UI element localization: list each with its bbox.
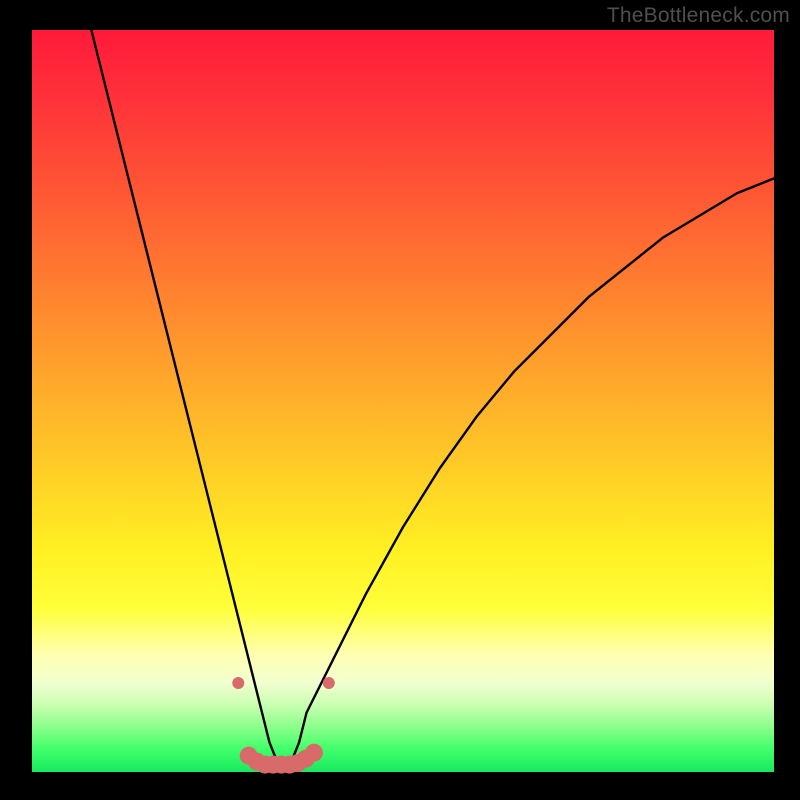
bottleneck-curve: [91, 30, 774, 765]
bottleneck-chart: [32, 30, 774, 772]
bottom-band-markers: [240, 744, 323, 774]
watermark-text: TheBottleneck.com: [607, 4, 790, 28]
outer-frame: TheBottleneck.com: [0, 0, 800, 800]
